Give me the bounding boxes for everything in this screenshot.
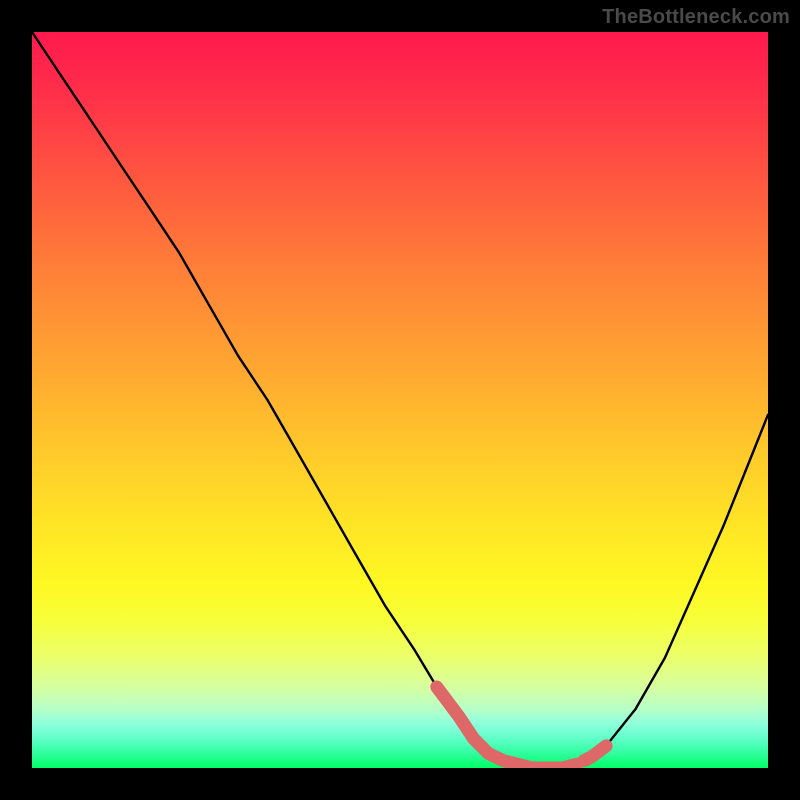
- optimal-band-marker: [437, 687, 577, 768]
- plot-area: [32, 32, 768, 768]
- attribution-label: TheBottleneck.com: [602, 6, 790, 29]
- optimal-band-marker-right: [584, 746, 606, 761]
- curve-layer: [32, 32, 768, 768]
- bottleneck-curve: [32, 32, 768, 768]
- chart-frame: TheBottleneck.com: [0, 0, 800, 800]
